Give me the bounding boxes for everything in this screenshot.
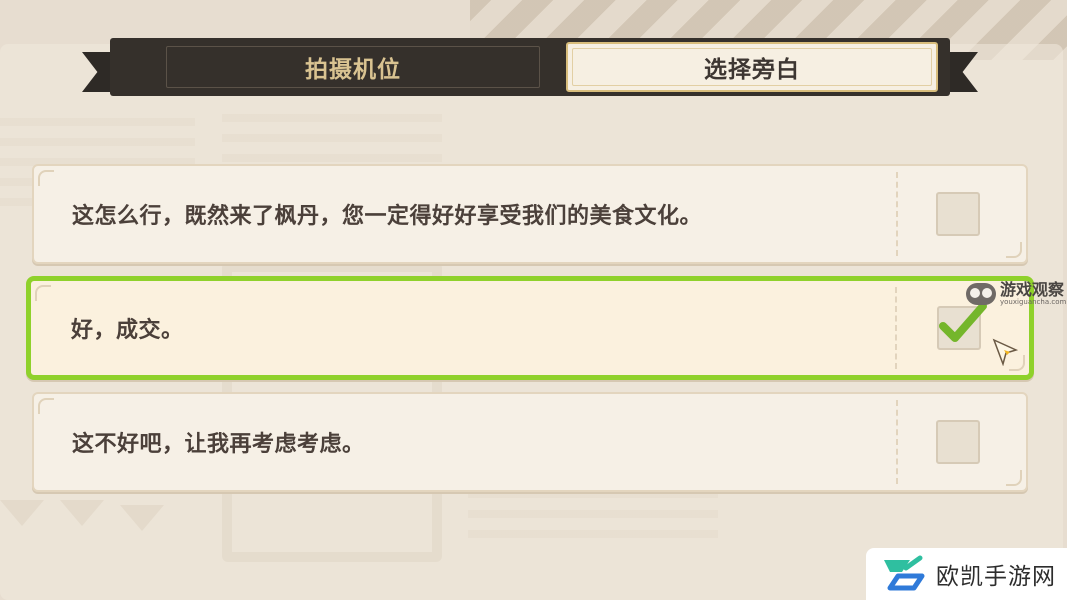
corner-ornament <box>1006 470 1022 486</box>
watermark-okai: 欧凯手游网 <box>866 548 1067 600</box>
tab-strip: 拍摄机位 选择旁白 <box>110 38 950 96</box>
watermark-title: 游戏观察 <box>1000 280 1065 299</box>
tab-camera-position[interactable]: 拍摄机位 <box>158 42 548 92</box>
option-divider <box>896 400 898 484</box>
narration-option-3[interactable]: 这不好吧，让我再考虑考虑。 <box>32 392 1028 492</box>
option-checkbox[interactable] <box>936 420 980 464</box>
option-text: 好，成交。 <box>71 318 184 343</box>
option-checkbox[interactable] <box>936 192 980 236</box>
watermark-youxiguancha: 游戏观察 youxiguancha.com <box>966 282 1066 306</box>
pointer-cursor-icon <box>992 338 1019 366</box>
eyes-logo-icon <box>966 283 996 305</box>
corner-ornament <box>38 398 54 414</box>
tab-bar: 拍摄机位 选择旁白 <box>82 34 978 100</box>
narration-option-1[interactable]: 这怎么行，既然来了枫丹，您一定得好好享受我们的美食文化。 <box>32 164 1028 264</box>
okai-logo-icon <box>884 555 925 591</box>
option-divider <box>896 172 898 256</box>
tab-choose-narration[interactable]: 选择旁白 <box>566 42 938 92</box>
option-text: 这不好吧，让我再考虑考虑。 <box>72 432 365 457</box>
tab-label: 选择旁白 <box>704 57 800 83</box>
tab-label: 拍摄机位 <box>305 57 401 83</box>
option-text: 这怎么行，既然来了枫丹，您一定得好好享受我们的美食文化。 <box>72 204 703 229</box>
corner-ornament <box>1006 242 1022 258</box>
corner-ornament <box>38 170 54 186</box>
option-divider <box>895 287 897 369</box>
watermark-subtitle: youxiguancha.com <box>1000 298 1067 306</box>
option-checkbox[interactable] <box>937 302 987 350</box>
watermark-name: 欧凯手游网 <box>936 564 1056 590</box>
narration-option-2[interactable]: 好，成交。 <box>26 276 1034 380</box>
corner-ornament <box>35 285 51 301</box>
